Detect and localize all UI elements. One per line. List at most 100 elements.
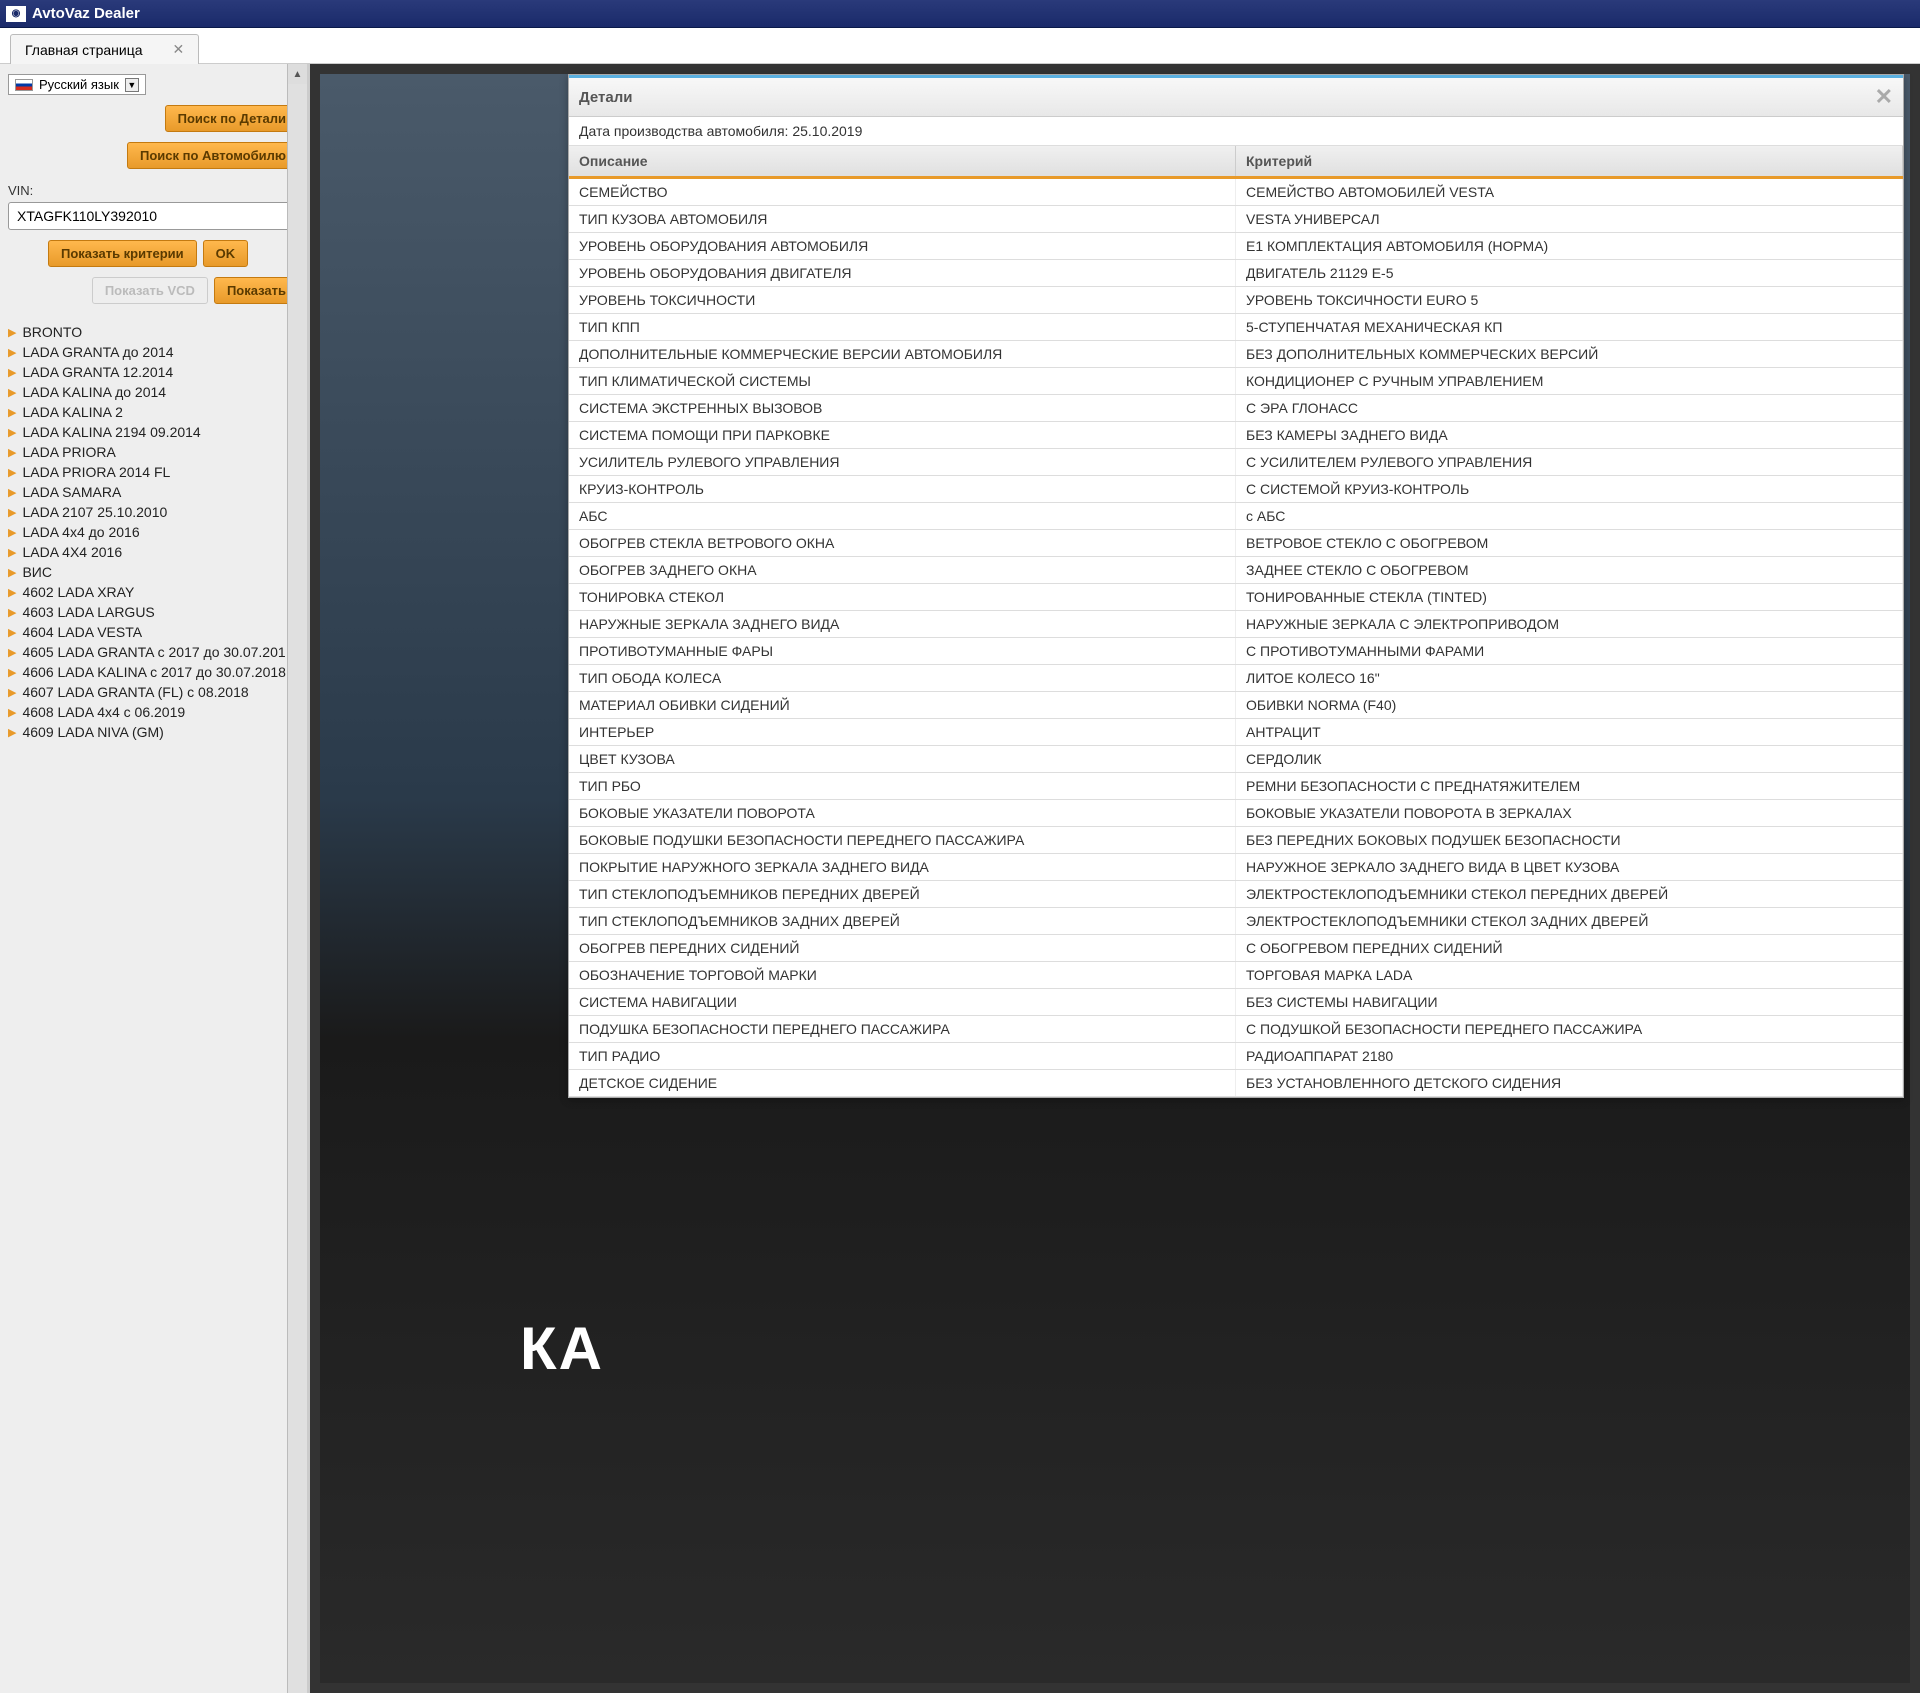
tree-item-label: 4609 LADA NIVA (GM) bbox=[22, 724, 163, 740]
details-table-header: Описание Критерий bbox=[569, 146, 1903, 179]
cell-criterion: с АБС bbox=[1236, 503, 1903, 529]
close-icon[interactable]: ✕ bbox=[173, 41, 185, 58]
cell-description: МАТЕРИАЛ ОБИВКИ СИДЕНИЙ bbox=[569, 692, 1236, 718]
chevron-down-icon[interactable]: ▼ bbox=[125, 78, 139, 92]
col-description: Описание bbox=[569, 146, 1236, 176]
chevron-right-icon: ▶ bbox=[8, 546, 16, 559]
tree-item[interactable]: ▶4604 LADA VESTA bbox=[8, 622, 299, 642]
tree-item[interactable]: ▶LADA GRANTA до 2014 bbox=[8, 342, 299, 362]
show-criteria-button[interactable]: Показать критерии bbox=[48, 240, 197, 267]
cell-description: ОБОГРЕВ ЗАДНЕГО ОКНА bbox=[569, 557, 1236, 583]
cell-description: ПОКРЫТИЕ НАРУЖНОГО ЗЕРКАЛА ЗАДНЕГО ВИДА bbox=[569, 854, 1236, 880]
vin-input[interactable] bbox=[8, 202, 299, 230]
chevron-right-icon: ▶ bbox=[8, 506, 16, 519]
cell-description: ТИП РБО bbox=[569, 773, 1236, 799]
cell-criterion: НАРУЖНОЕ ЗЕРКАЛО ЗАДНЕГО ВИДА В ЦВЕТ КУЗ… bbox=[1236, 854, 1903, 880]
tree-item[interactable]: ▶LADA KALINA до 2014 bbox=[8, 382, 299, 402]
tree-item-label: BRONTO bbox=[22, 324, 82, 340]
cell-criterion: E1 КОМПЛЕКТАЦИЯ АВТОМОБИЛЯ (НОРМА) bbox=[1236, 233, 1903, 259]
tree-item[interactable]: ▶ LADA PRIORA bbox=[8, 442, 299, 462]
tree-item[interactable]: ▶4609 LADA NIVA (GM) bbox=[8, 722, 299, 742]
cell-criterion: РЕМНИ БЕЗОПАСНОСТИ С ПРЕДНАТЯЖИТЕЛЕМ bbox=[1236, 773, 1903, 799]
tree-item[interactable]: ▶4608 LADA 4x4 с 06.2019 bbox=[8, 702, 299, 722]
tree-item[interactable]: ▶LADA KALINA 2194 09.2014 bbox=[8, 422, 299, 442]
cell-criterion: КОНДИЦИОНЕР С РУЧНЫМ УПРАВЛЕНИЕМ bbox=[1236, 368, 1903, 394]
chevron-right-icon: ▶ bbox=[8, 346, 16, 359]
cell-description: УРОВЕНЬ ОБОРУДОВАНИЯ ДВИГАТЕЛЯ bbox=[569, 260, 1236, 286]
cell-criterion: С УСИЛИТЕЛЕМ РУЛЕВОГО УПРАВЛЕНИЯ bbox=[1236, 449, 1903, 475]
tree-item[interactable]: ▶ LADA GRANTA 12.2014 bbox=[8, 362, 299, 382]
table-row: ПРОТИВОТУМАННЫЕ ФАРЫС ПРОТИВОТУМАННЫМИ Ф… bbox=[569, 638, 1903, 665]
chevron-right-icon: ▶ bbox=[8, 686, 16, 699]
flag-icon bbox=[15, 79, 33, 91]
cell-criterion: ЭЛЕКТРОСТЕКЛОПОДЪЕМНИКИ СТЕКОЛ ПЕРЕДНИХ … bbox=[1236, 881, 1903, 907]
cell-criterion: С СИСТЕМОЙ КРУИЗ-КОНТРОЛЬ bbox=[1236, 476, 1903, 502]
scroll-up-icon[interactable]: ▲ bbox=[288, 64, 307, 84]
tree-item[interactable]: ▶LADA SAMARA bbox=[8, 482, 299, 502]
close-icon[interactable]: ✕ bbox=[1875, 84, 1893, 110]
tree-item[interactable]: ▶BRONTO bbox=[8, 322, 299, 342]
table-row: ПОДУШКА БЕЗОПАСНОСТИ ПЕРЕДНЕГО ПАССАЖИРА… bbox=[569, 1016, 1903, 1043]
chevron-right-icon: ▶ bbox=[8, 586, 16, 599]
app-title: AvtoVaz Dealer bbox=[32, 5, 140, 22]
tree-item-label: 4604 LADA VESTA bbox=[22, 624, 142, 640]
tree-item-label: 4605 LADA GRANTA с 2017 до 30.07.201 bbox=[22, 644, 285, 660]
tree-item[interactable]: ▶4606 LADA KALINA с 2017 до 30.07.2018 bbox=[8, 662, 299, 682]
cell-criterion: УРОВЕНЬ ТОКСИЧНОСТИ EURO 5 bbox=[1236, 287, 1903, 313]
chevron-right-icon: ▶ bbox=[8, 566, 16, 579]
chevron-right-icon: ▶ bbox=[8, 646, 16, 659]
tree-item[interactable]: ▶4603 LADA LARGUS bbox=[8, 602, 299, 622]
cell-description: БОКОВЫЕ ПОДУШКИ БЕЗОПАСНОСТИ ПЕРЕДНЕГО П… bbox=[569, 827, 1236, 853]
cell-criterion: ТОРГОВАЯ МАРКА LADA bbox=[1236, 962, 1903, 988]
bg-text: КА bbox=[520, 1314, 604, 1383]
ok-button[interactable]: OK bbox=[203, 240, 249, 267]
tree-item[interactable]: ▶LADA PRIORA 2014 FL bbox=[8, 462, 299, 482]
search-detail-button[interactable]: Поиск по Детали bbox=[165, 105, 299, 132]
tree-item-label: 4602 LADA XRAY bbox=[22, 584, 134, 600]
cell-description: АБС bbox=[569, 503, 1236, 529]
details-header: Детали ✕ bbox=[569, 75, 1903, 117]
table-row: ОБОГРЕВ СТЕКЛА ВЕТРОВОГО ОКНАВЕТРОВОЕ СТ… bbox=[569, 530, 1903, 557]
tree-item-label: LADA SAMARA bbox=[22, 484, 121, 500]
tree-item[interactable]: ▶ 4602 LADA XRAY bbox=[8, 582, 299, 602]
cell-description: ОБОЗНАЧЕНИЕ ТОРГОВОЙ МАРКИ bbox=[569, 962, 1236, 988]
cell-criterion: БЕЗ ДОПОЛНИТЕЛЬНЫХ КОММЕРЧЕСКИХ ВЕРСИЙ bbox=[1236, 341, 1903, 367]
tree-item-label: LADA PRIORA bbox=[22, 444, 115, 460]
chevron-right-icon: ▶ bbox=[8, 446, 16, 459]
cell-criterion: ДВИГАТЕЛЬ 21129 Е-5 bbox=[1236, 260, 1903, 286]
tree-item[interactable]: ▶LADA 2107 25.10.2010 bbox=[8, 502, 299, 522]
tree-item[interactable]: ▶LADA 4X4 2016 bbox=[8, 542, 299, 562]
table-row: УРОВЕНЬ ОБОРУДОВАНИЯ АВТОМОБИЛЯE1 КОМПЛЕ… bbox=[569, 233, 1903, 260]
cell-criterion: БЕЗ УСТАНОВЛЕННОГО ДЕТСКОГО СИДЕНИЯ bbox=[1236, 1070, 1903, 1096]
cell-criterion: С ПРОТИВОТУМАННЫМИ ФАРАМИ bbox=[1236, 638, 1903, 664]
cell-description: КРУИЗ-КОНТРОЛЬ bbox=[569, 476, 1236, 502]
details-title: Детали bbox=[579, 89, 632, 106]
chevron-right-icon: ▶ bbox=[8, 466, 16, 479]
tree-item-label: LADA GRANTA 12.2014 bbox=[22, 364, 173, 380]
show-vcd-button: Показать VCD bbox=[92, 277, 208, 304]
cell-description: СИСТЕМА ПОМОЩИ ПРИ ПАРКОВКЕ bbox=[569, 422, 1236, 448]
table-row: УРОВЕНЬ ТОКСИЧНОСТИУРОВЕНЬ ТОКСИЧНОСТИ E… bbox=[569, 287, 1903, 314]
tree-item[interactable]: ▶ 4607 LADA GRANTA (FL) с 08.2018 bbox=[8, 682, 299, 702]
table-row: ИНТЕРЬЕРАНТРАЦИТ bbox=[569, 719, 1903, 746]
search-car-button[interactable]: Поиск по Автомобилю bbox=[127, 142, 299, 169]
cell-criterion: БЕЗ КАМЕРЫ ЗАДНЕГО ВИДА bbox=[1236, 422, 1903, 448]
tree-item[interactable]: ▶ 4605 LADA GRANTA с 2017 до 30.07.201 bbox=[8, 642, 299, 662]
tree-item-label: 4607 LADA GRANTA (FL) с 08.2018 bbox=[22, 684, 248, 700]
chevron-right-icon: ▶ bbox=[8, 366, 16, 379]
table-row: ЦВЕТ КУЗОВАСЕРДОЛИК bbox=[569, 746, 1903, 773]
table-row: НАРУЖНЫЕ ЗЕРКАЛА ЗАДНЕГО ВИДАНАРУЖНЫЕ ЗЕ… bbox=[569, 611, 1903, 638]
language-select[interactable]: Русский язык ▼ bbox=[8, 74, 146, 95]
tab-main[interactable]: Главная страница ✕ bbox=[10, 34, 199, 64]
sidebar-scrollbar[interactable]: ▲ bbox=[287, 64, 307, 1693]
table-row: ТИП СТЕКЛОПОДЪЕМНИКОВ ПЕРЕДНИХ ДВЕРЕЙЭЛЕ… bbox=[569, 881, 1903, 908]
table-row: ТИП КЛИМАТИЧЕСКОЙ СИСТЕМЫКОНДИЦИОНЕР С Р… bbox=[569, 368, 1903, 395]
app-icon: ◉ bbox=[6, 6, 26, 22]
table-row: КРУИЗ-КОНТРОЛЬС СИСТЕМОЙ КРУИЗ-КОНТРОЛЬ bbox=[569, 476, 1903, 503]
tree-item-label: LADA KALINA 2194 09.2014 bbox=[22, 424, 200, 440]
tree-item[interactable]: ▶ВИС bbox=[8, 562, 299, 582]
tree-item[interactable]: ▶LADA 4x4 до 2016 bbox=[8, 522, 299, 542]
tree-item[interactable]: ▶LADA KALINA 2 bbox=[8, 402, 299, 422]
chevron-right-icon: ▶ bbox=[8, 406, 16, 419]
tree-item-label: 4603 LADA LARGUS bbox=[22, 604, 154, 620]
